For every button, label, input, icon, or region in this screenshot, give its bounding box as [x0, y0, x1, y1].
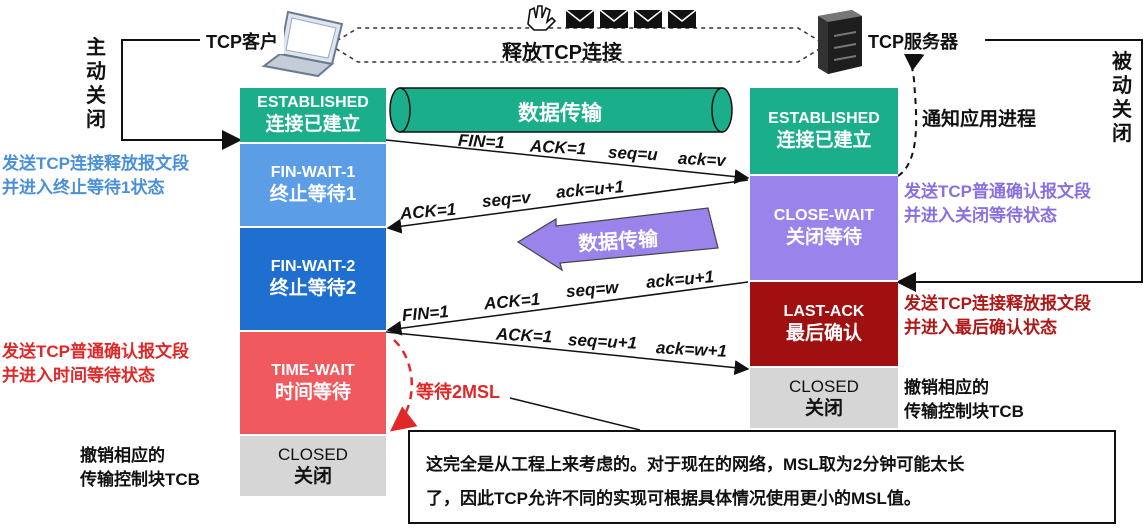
state-en: FIN-WAIT-1: [270, 164, 356, 182]
data-transfer-label-top: 数据传输: [518, 102, 602, 125]
envelope-icon-1: [565, 9, 595, 28]
msg2-seq: seq=v: [481, 187, 532, 212]
envelope-icon-3: [633, 9, 663, 28]
client-label: TCP客户: [200, 28, 284, 54]
active-close-label: 主 动 关 闭: [84, 30, 108, 138]
state-zh: 连接已建立: [265, 114, 361, 136]
explanation-line: 这完全是从工程上来考虑的。对于现在的网络，MSL取为2分钟可能太长: [426, 455, 965, 474]
passive-close-bracket: [896, 39, 1143, 292]
note-server-ack: 发送TCP普通确认报文段 并进入关闭等待状态: [904, 180, 1091, 228]
server-state-established: ESTABLISHED 连接已建立: [750, 88, 898, 176]
client-state-fin-wait-1: FIN-WAIT-1 终止等待1: [240, 144, 386, 228]
note-line: 并进入终止等待1状态: [2, 178, 165, 197]
server-icon: [818, 10, 862, 74]
note-line: 传输控制块TCB: [80, 470, 200, 489]
state-en: CLOSE-WAIT: [773, 207, 875, 225]
release-label: 释放TCP连接: [502, 42, 622, 64]
note-line: 传输控制块TCB: [904, 402, 1024, 421]
server-state-close-wait: CLOSE-WAIT 关闭等待: [750, 176, 898, 282]
explanation-line: 了，因此TCP允许不同的实现可根据具体情况使用更小的MSL值。: [426, 489, 921, 508]
state-zh: 终止等待1: [269, 184, 357, 206]
note-line: 发送TCP连接释放报文段: [904, 294, 1091, 313]
active-close-bracket: [121, 39, 242, 150]
envelope-icon-4: [667, 9, 697, 28]
notify-app-dashed-curve: [897, 50, 925, 177]
state-en: TIME-WAIT: [271, 362, 355, 380]
callout-line: [509, 397, 641, 431]
envelope-icon-2: [599, 9, 629, 28]
client-state-fin-wait-2: FIN-WAIT-2 终止等待2: [240, 228, 386, 332]
server-state-last-ack: LAST-ACK 最后确认: [750, 282, 898, 368]
note-server-fin: 发送TCP连接释放报文段 并进入最后确认状态: [904, 292, 1091, 340]
note-client-tcb: 撤销相应的 传输控制块TCB: [80, 444, 200, 492]
note-line: 发送TCP普通确认报文段: [2, 342, 189, 361]
waving-hand-icon: [527, 5, 557, 31]
note-line: 撤销相应的: [904, 378, 989, 397]
wait-2msl-curve: [390, 339, 418, 432]
msg1-fin: FIN=1: [457, 130, 506, 153]
msg4-acknum: ack=w+1: [655, 338, 728, 361]
server-state-closed: CLOSED 关闭: [750, 368, 898, 428]
state-zh: 终止等待2: [269, 278, 357, 300]
note-line: 发送TCP普通确认报文段: [904, 182, 1091, 201]
state-zh: 连接已建立: [776, 130, 872, 152]
passive-close-label: 被 动 关 闭: [1110, 44, 1134, 152]
server-label: TCP服务器: [862, 28, 964, 54]
note-client-ack: 发送TCP普通确认报文段 并进入时间等待状态: [2, 340, 189, 388]
note-line: 并进入时间等待状态: [2, 366, 155, 385]
client-state-closed: CLOSED 关闭: [240, 436, 386, 496]
msg4-ack: ACK=1: [495, 324, 553, 347]
msg3-fin: FIN=1: [401, 301, 450, 326]
state-zh: 时间等待: [274, 382, 351, 404]
msg4-seq: seq=u+1: [567, 330, 638, 353]
msg1-ack: ACK=1: [529, 136, 587, 159]
state-en: ESTABLISHED: [768, 110, 880, 128]
note-server-tcb: 撤销相应的 传输控制块TCB: [904, 376, 1024, 424]
data-transfer-label-purple: 数据传输: [577, 228, 659, 256]
state-zh: 关闭等待: [785, 227, 862, 249]
notify-app-label: 通知应用进程: [922, 109, 1037, 130]
note-line: 并进入关闭等待状态: [904, 206, 1057, 225]
wait-2msl-label: 等待2MSL: [416, 382, 501, 402]
explanation-box: 这完全是从工程上来考虑的。对于现在的网络，MSL取为2分钟可能太长 了，因此TC…: [408, 430, 1116, 524]
note-line: 并进入最后确认状态: [904, 318, 1057, 337]
state-en: CLOSED: [278, 444, 348, 464]
state-en: FIN-WAIT-2: [270, 258, 356, 276]
state-en: ESTABLISHED: [257, 94, 369, 112]
state-en: LAST-ACK: [783, 303, 865, 321]
note-client-fin: 发送TCP连接释放报文段 并进入终止等待1状态: [2, 152, 189, 200]
msg1-acknum: ack=v: [677, 148, 727, 171]
note-line: 发送TCP连接释放报文段: [2, 154, 189, 173]
state-zh: 关闭: [804, 397, 843, 419]
state-zh: 最后确认: [785, 323, 862, 345]
client-state-time-wait: TIME-WAIT 时间等待: [240, 332, 386, 436]
msg1-seq: seq=u: [607, 142, 659, 165]
state-zh: 关闭: [293, 465, 332, 487]
note-line: 撤销相应的: [80, 446, 165, 465]
state-en: CLOSED: [789, 376, 859, 396]
client-state-established: ESTABLISHED 连接已建立: [240, 88, 386, 144]
